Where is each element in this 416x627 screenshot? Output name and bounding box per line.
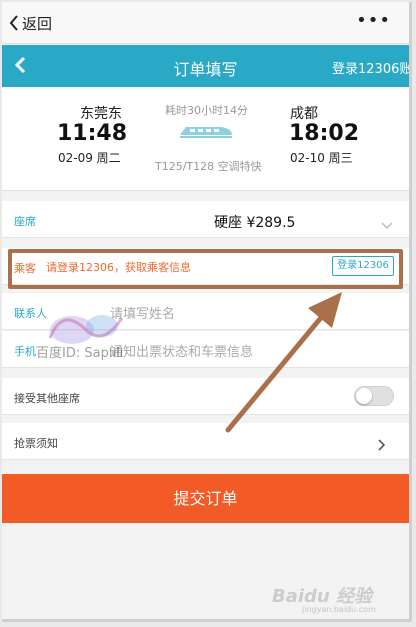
back-label: 返回 <box>22 14 53 33</box>
contact-row[interactable]: 联系人 请填写姓名 <box>2 293 409 330</box>
app-frame: 返回 ••• 订单填写 登录12306账 东莞东 11:48 02-09 周二 … <box>2 2 412 622</box>
highlight-box <box>8 249 403 289</box>
to-date: 02-10 周三 <box>290 151 353 165</box>
page-header: 订单填写 登录12306账 <box>2 45 409 87</box>
chevron-left-icon <box>9 15 18 31</box>
seat-value: 硬座 ¥289.5 <box>214 215 296 231</box>
travel-duration: 耗时30小时14分 <box>165 104 248 117</box>
login-12306-link[interactable]: 登录12306账 <box>332 58 409 77</box>
from-station: 东莞东 <box>80 106 122 122</box>
chevron-right-icon <box>378 436 386 455</box>
accept-other-seats-row: 接受其他座席 <box>2 378 409 415</box>
accept-other-seats-label: 接受其他座席 <box>14 392 80 405</box>
contact-name-input[interactable]: 请填写姓名 <box>110 303 175 322</box>
more-menu-icon[interactable]: ••• <box>356 10 391 31</box>
chevron-down-icon <box>381 215 393 234</box>
from-date: 02-09 周二 <box>58 151 121 165</box>
seat-row[interactable]: 座席 硬座 ¥289.5 <box>2 201 409 238</box>
baidu-jingyan-url: jingyan.baidu.com <box>302 605 376 614</box>
submit-order-button[interactable]: 提交订单 <box>2 474 409 523</box>
phone-label: 手机 <box>14 345 36 358</box>
train-icon <box>178 123 234 143</box>
back-button[interactable]: 返回 <box>8 12 52 34</box>
notice-row[interactable]: 抢票须知 <box>2 423 409 460</box>
seat-label: 座席 <box>14 215 36 228</box>
train-info-card: 东莞东 11:48 02-09 周二 耗时30小时14分 T125/T128 空… <box>2 88 409 191</box>
to-time: 18:02 <box>289 121 360 146</box>
watermark-text: 百度ID: Saplili <box>36 346 124 361</box>
phone-input[interactable]: 通知出票状态和车票信息 <box>110 341 253 360</box>
accept-other-seats-toggle[interactable] <box>354 386 394 406</box>
to-station: 成都 <box>290 106 318 122</box>
from-time: 11:48 <box>57 121 128 146</box>
browser-topbar: 返回 ••• <box>2 2 409 44</box>
contact-label: 联系人 <box>14 307 47 320</box>
train-number: T125/T128 空调特快 <box>155 160 262 173</box>
notice-label: 抢票须知 <box>14 437 58 450</box>
toggle-knob <box>356 388 372 404</box>
